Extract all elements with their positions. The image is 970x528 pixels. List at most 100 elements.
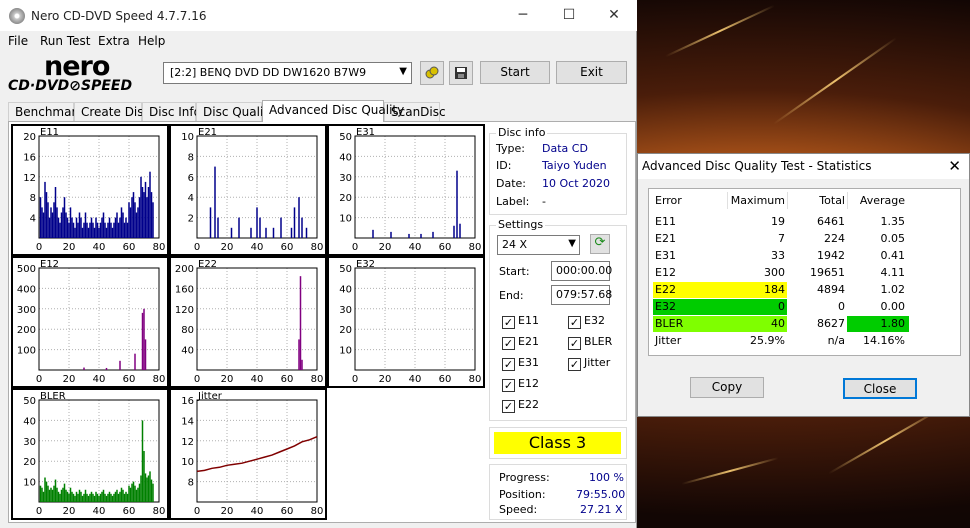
menu-run-test[interactable]: Run Test	[40, 34, 90, 48]
menu-help[interactable]: Help	[138, 34, 165, 48]
chart-bar	[110, 493, 112, 502]
stats-average: 1.02	[880, 283, 906, 296]
chart-bar	[217, 217, 219, 238]
position-label: Position:	[499, 488, 546, 501]
eject-button[interactable]	[420, 61, 444, 85]
stats-total: 1942	[817, 249, 845, 262]
chart-bar	[77, 222, 79, 238]
chart-bar	[126, 493, 129, 502]
chart-bar	[93, 227, 96, 238]
y-tick-label: 16	[23, 152, 36, 163]
chart-e21: 2 4 6 8 10 0 20 40 60 80 E21	[169, 124, 327, 256]
x-tick-label: 20	[63, 242, 76, 253]
chart-bar	[105, 495, 108, 502]
start-button[interactable]: Start	[480, 61, 550, 84]
tab-create-disc[interactable]: Create Disc	[74, 102, 150, 121]
y-tick-label: 14	[181, 416, 194, 427]
chart-bar	[66, 217, 69, 238]
chart-bar	[56, 487, 58, 502]
chart-bar	[272, 227, 275, 238]
chart-bar	[84, 212, 87, 238]
chart-bar	[86, 493, 88, 502]
start-field[interactable]: 000:00.00	[551, 261, 612, 281]
x-tick-label: 60	[439, 374, 452, 385]
checkbox-e32[interactable]: ✓ E32	[568, 314, 605, 329]
tab-disc-quality[interactable]: Disc Quality	[196, 102, 275, 121]
checkbox-e31[interactable]: ✓ E31	[502, 356, 539, 371]
speed-select[interactable]: 24 X ▼	[497, 235, 580, 255]
chart-bar	[209, 207, 212, 238]
checkbox-e22[interactable]: ✓ E22	[502, 398, 539, 413]
copy-button[interactable]: Copy	[690, 377, 764, 398]
chart-bar	[123, 222, 126, 238]
x-tick-label: 60	[123, 242, 136, 253]
stats-close-button[interactable]: Close	[843, 378, 917, 399]
stats-close-icon[interactable]: ✕	[948, 157, 961, 175]
chart-e32: 10 20 30 40 50 0 20 40 60 80 E32	[327, 256, 485, 388]
speed-value: 27.21 X	[580, 503, 623, 516]
chart-bar	[132, 192, 135, 238]
chart-series-label: Jitter	[197, 391, 223, 402]
cd-dvd-speed-logo: CD·DVD⊘SPEED	[8, 78, 133, 94]
drive-select[interactable]: [2:2] BENQ DVD DD DW1620 B7W9 ▼	[163, 62, 412, 84]
tab-advanced-disc-quality[interactable]: Advanced Disc Quality	[262, 100, 404, 122]
refresh-button[interactable]: ⟳	[590, 234, 610, 254]
chart-bar	[62, 207, 64, 238]
tab-disc-info[interactable]: Disc Info	[142, 102, 201, 121]
minimize-button[interactable]: ─	[500, 0, 546, 31]
chart-bar	[147, 475, 150, 502]
y-tick-label: 400	[17, 284, 36, 295]
chart-bar	[104, 493, 106, 502]
exit-button[interactable]: Exit	[556, 61, 627, 84]
chart-bar	[301, 217, 303, 238]
checkbox-e21[interactable]: ✓ E21	[502, 335, 539, 350]
chart-bar	[60, 489, 63, 502]
tab-benchmark[interactable]: Benchmark	[8, 102, 83, 121]
checkbox-jitter[interactable]: ✓ Jitter	[568, 356, 610, 371]
chart-bar	[41, 207, 43, 238]
end-field[interactable]: 079:57.68	[551, 285, 612, 305]
chart-series-label: E21	[198, 127, 217, 138]
chart-bar	[41, 487, 43, 502]
chart-bar	[69, 487, 72, 502]
y-tick-label: 12	[181, 437, 194, 448]
checkbox-e12[interactable]: ✓ E12	[502, 377, 539, 392]
maximize-button[interactable]: ☐	[546, 0, 592, 31]
chart-bar	[114, 217, 117, 238]
chart-bler: 10 20 30 40 50 0 20 40 60 80 BLER	[11, 388, 169, 520]
chart-bar	[122, 212, 124, 238]
stats-total: 4894	[817, 283, 845, 296]
chart-canvas: 10 20 30 40 50 0 20 40 60 80 BLER	[23, 391, 165, 517]
chart-series-label: E32	[356, 259, 375, 270]
menu-extra[interactable]: Extra	[98, 34, 130, 48]
y-tick-label: 16	[181, 396, 194, 407]
chevron-down-icon: ▼	[399, 66, 407, 77]
stats-maximum: 19	[771, 215, 785, 228]
chart-bar	[108, 217, 111, 238]
checkbox-e11[interactable]: ✓ E11	[502, 314, 539, 329]
y-tick-label: 30	[339, 305, 352, 316]
chart-bar	[93, 495, 96, 502]
chart-bar	[290, 227, 293, 238]
y-tick-label: 40	[181, 346, 194, 357]
chart-bar	[68, 222, 70, 238]
save-button[interactable]	[449, 61, 473, 85]
chart-e31: 10 20 30 40 50 0 20 40 60 80 E31	[327, 124, 485, 256]
stats-error-name: E11	[655, 215, 676, 228]
chart-bar	[81, 495, 84, 502]
menu-file[interactable]: File	[8, 34, 28, 48]
chart-bar	[72, 493, 75, 502]
checkbox-bler[interactable]: ✓ BLER	[568, 335, 612, 350]
stats-maximum: 25.9%	[750, 334, 785, 347]
chart-bar	[250, 227, 252, 238]
chart-bar	[138, 197, 141, 238]
y-tick-label: 10	[339, 214, 352, 225]
chart-bar	[44, 181, 46, 238]
chart-bar	[456, 170, 458, 238]
chart-bar	[116, 489, 118, 502]
chart-bar	[81, 227, 84, 238]
stats-error-name: E12	[655, 266, 676, 279]
disc-type-label: Type:	[496, 142, 525, 155]
chart-bar	[53, 202, 55, 238]
close-button[interactable]: ✕	[591, 0, 637, 31]
